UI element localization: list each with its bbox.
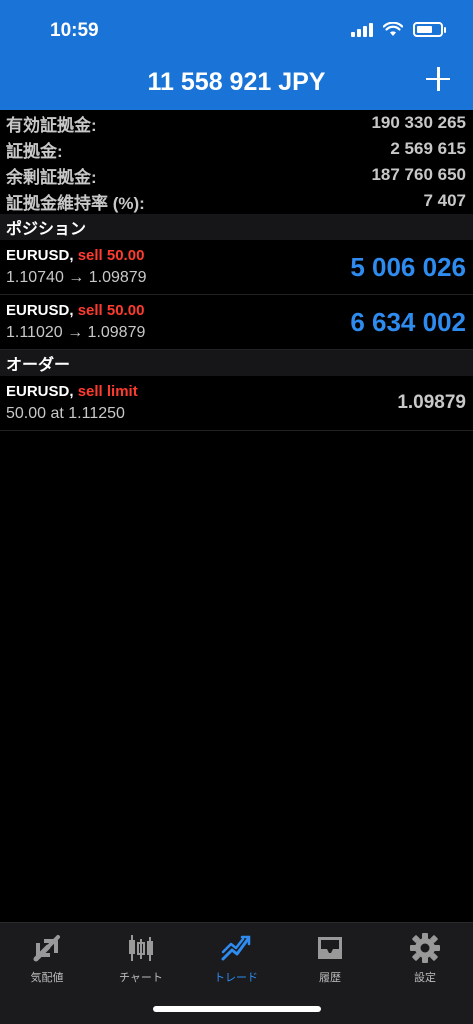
summary-value: 2 569 615 — [390, 139, 466, 158]
tab-label: 履歴 — [319, 972, 341, 984]
position-symbol: EURUSD, — [6, 302, 74, 319]
position-prices: 1.10740 → 1.09879 — [6, 269, 147, 286]
history-icon — [318, 937, 342, 959]
tab-label: トレード — [214, 972, 258, 984]
tab-quotes[interactable]: 気配値 — [0, 931, 94, 985]
position-profit: 5 006 026 — [350, 252, 466, 282]
battery-icon — [413, 22, 446, 37]
summary-label: 有効証拠金: — [6, 115, 97, 135]
orders-section-header: オーダー — [0, 350, 473, 376]
home-indicator[interactable] — [153, 1006, 321, 1012]
settings-icon — [410, 933, 440, 963]
positions-section-header: ポジション — [0, 214, 473, 240]
tab-trade[interactable]: トレード — [189, 931, 283, 985]
cellular-signal-icon — [351, 22, 373, 37]
tab-history[interactable]: 履歴 — [283, 931, 377, 985]
tab-settings[interactable]: 設定 — [378, 931, 472, 985]
status-icons — [351, 22, 446, 37]
chart-icon — [129, 935, 153, 961]
summary-value: 190 330 265 — [371, 113, 466, 132]
tab-label: 設定 — [414, 972, 436, 984]
tab-label: 気配値 — [30, 972, 64, 984]
order-row[interactable]: EURUSD, sell limit 50.00 at 1.11250 1.09… — [0, 376, 473, 431]
summary-row-equity: 有効証拠金: 190 330 265 — [0, 110, 473, 136]
account-summary: 有効証拠金: 190 330 265 証拠金: 2 569 615 余剰証拠金:… — [0, 110, 473, 431]
order-symbol: EURUSD, — [6, 383, 74, 400]
summary-label: 証拠金: — [6, 141, 63, 161]
account-balance-title: 11 558 921 JPY — [147, 68, 326, 96]
position-row[interactable]: EURUSD, sell 50.00 1.10740 → 1.09879 5 0… — [0, 240, 473, 295]
summary-label: 余剰証拠金: — [6, 167, 97, 187]
order-detail: 50.00 at 1.11250 — [6, 405, 125, 422]
tab-chart[interactable]: チャート — [94, 931, 188, 985]
position-profit: 6 634 002 — [350, 307, 466, 337]
summary-row-free-margin: 余剰証拠金: 187 760 650 — [0, 162, 473, 188]
summary-row-margin-level: 証拠金維持率 (%): 7 407 — [0, 188, 473, 214]
position-row[interactable]: EURUSD, sell 50.00 1.11020 → 1.09879 6 6… — [0, 295, 473, 350]
summary-value: 7 407 — [423, 191, 466, 210]
order-action: sell limit — [77, 383, 138, 400]
summary-label: 証拠金維持率 (%): — [6, 193, 145, 213]
trade-icon — [221, 935, 251, 961]
position-action: sell 50.00 — [77, 247, 145, 264]
quotes-icon — [33, 935, 60, 962]
add-order-button[interactable] — [423, 64, 453, 94]
position-symbol: EURUSD, — [6, 247, 74, 264]
status-time: 10:59 — [50, 20, 99, 41]
header-bar: 10:59 11 558 921 JPY — [0, 0, 473, 110]
order-current-price: 1.09879 — [397, 392, 466, 413]
position-prices: 1.11020 → 1.09879 — [6, 324, 146, 341]
wifi-icon — [383, 22, 403, 36]
summary-row-margin: 証拠金: 2 569 615 — [0, 136, 473, 162]
tab-label: チャート — [119, 972, 163, 984]
position-action: sell 50.00 — [77, 302, 145, 319]
summary-value: 187 760 650 — [371, 165, 466, 184]
